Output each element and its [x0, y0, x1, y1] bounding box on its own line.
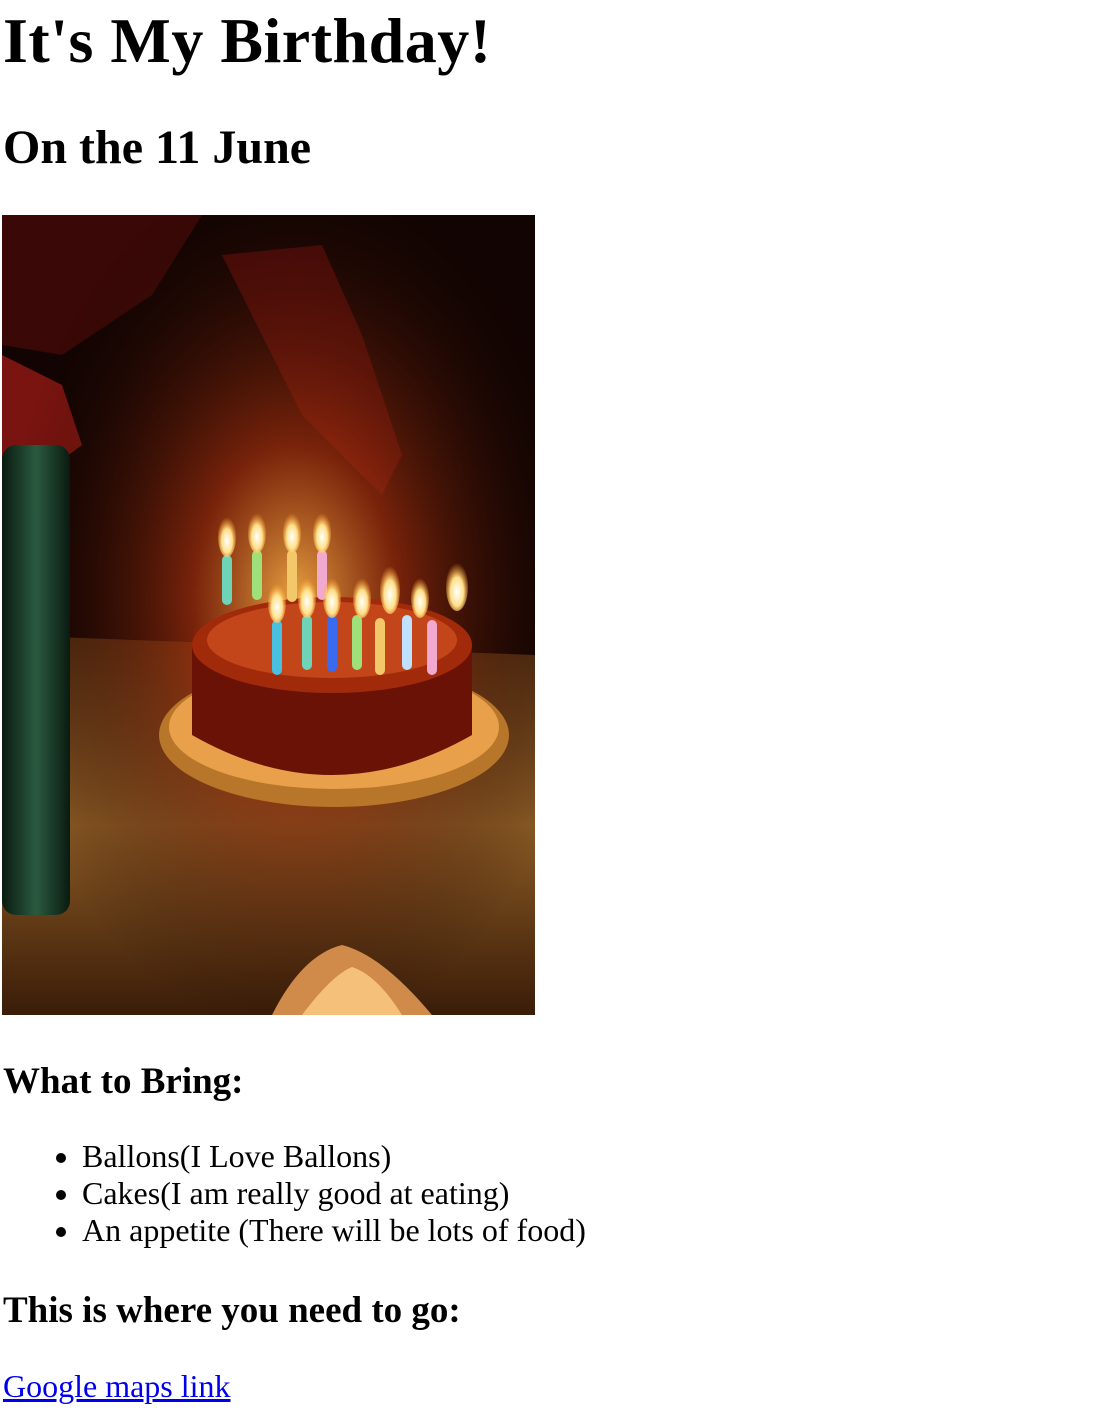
- location-heading: This is where you need to go:: [3, 1290, 461, 1331]
- page-title: It's My Birthday!: [3, 5, 492, 76]
- cake-illustration: [2, 215, 535, 1015]
- bring-list: Ballons(I Love Ballons) Cakes(I am reall…: [0, 1138, 586, 1249]
- what-to-bring-heading: What to Bring:: [3, 1061, 244, 1102]
- list-item: Cakes(I am really good at eating): [82, 1175, 586, 1212]
- list-item: Ballons(I Love Ballons): [82, 1138, 586, 1175]
- google-maps-link[interactable]: Google maps link: [3, 1366, 231, 1406]
- birthday-cake-photo: [2, 215, 535, 1015]
- page-subtitle: On the 11 June: [3, 121, 312, 174]
- list-item: An appetite (There will be lots of food): [82, 1212, 586, 1249]
